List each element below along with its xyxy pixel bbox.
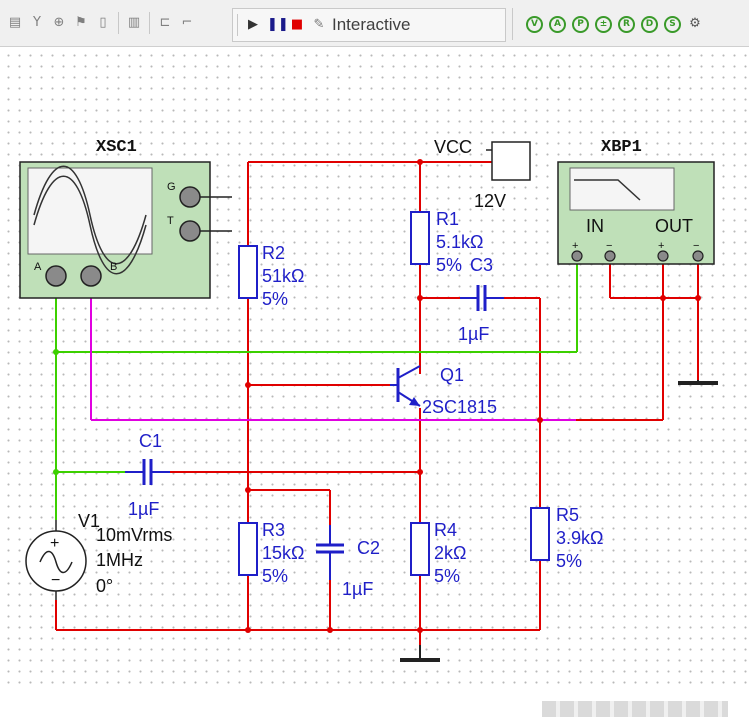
bode-port-in-plus[interactable] [571, 250, 583, 262]
q1-name: Q1 [440, 365, 464, 385]
v1-frequency: 1MHz [96, 550, 143, 570]
bode-port-out-plus[interactable] [657, 250, 669, 262]
bode-in-plus: + [572, 240, 578, 252]
scope-port-g-label: G [167, 181, 176, 193]
bode-in-minus: − [606, 240, 612, 252]
capacitor-c1[interactable]: C1 1µF [125, 431, 170, 519]
port-icon[interactable]: ⊏ [157, 15, 173, 31]
c1-value: 1µF [128, 499, 159, 519]
transistor-q1[interactable]: Q1 2SC1815 [390, 365, 497, 417]
antenna-icon[interactable]: Y [29, 15, 45, 31]
toolbar-separator [118, 12, 119, 34]
r1-value: 5.1kΩ [436, 232, 483, 252]
ground-icon[interactable]: ⊕ [51, 15, 67, 31]
stop-icon[interactable]: ■ [289, 17, 305, 33]
vcc-voltage: 12V [474, 191, 506, 211]
run-icon[interactable]: ▶ [245, 17, 261, 33]
vcc-name: VCC [434, 137, 472, 157]
bus-icon[interactable]: ⚑ [73, 15, 89, 31]
resistor-r5[interactable]: R5 3.9kΩ 5% [530, 505, 603, 571]
capacitor-c3[interactable]: C3 1µF [458, 255, 504, 344]
q1-model: 2SC1815 [422, 397, 497, 417]
bode-name: XBP1 [601, 138, 642, 157]
probe-settings-icon[interactable]: S [664, 15, 681, 33]
v1-minus-sign: − [51, 572, 60, 589]
oscilloscope-xsc1[interactable]: XSC1 A B G T [19, 138, 232, 299]
green-wires [55, 262, 578, 630]
scope-port-a-label: A [34, 261, 42, 273]
gear-icon[interactable]: ⚙ [687, 16, 703, 32]
toolbar-separator [237, 14, 238, 36]
bode-plotter-xbp1[interactable]: XBP1 IN OUT + − + − [557, 138, 715, 265]
capacitor-c2[interactable]: C2 1µF [316, 525, 380, 599]
vcc-supply[interactable]: VCC 12V [434, 137, 531, 211]
ac-source-v1[interactable]: + − V1 10mVrms 1MHz 0° [25, 511, 172, 600]
v1-amplitude: 10mVrms [96, 525, 172, 545]
r2-value: 51kΩ [262, 266, 304, 286]
probe-ref-icon[interactable]: R [618, 15, 635, 33]
v1-phase: 0° [96, 576, 113, 596]
r3-name: R3 [262, 520, 285, 540]
mode-label[interactable]: Interactive [332, 15, 410, 35]
c3-value: 1µF [458, 324, 489, 344]
r5-value: 3.9kΩ [556, 528, 603, 548]
place-toolbar: ▤ Y ⊕ ⚑ ▯ ▥ ⊏ ⌐ [4, 6, 198, 40]
scope-port-b[interactable] [80, 265, 102, 287]
r4-value: 2kΩ [434, 543, 466, 563]
r4-tolerance: 5% [434, 566, 460, 586]
meter-icon[interactable]: ▥ [126, 15, 142, 31]
connector-icon[interactable]: ⌐ [179, 15, 195, 31]
probe-toolbar: V A P ± R D S ⚙ [512, 8, 749, 40]
probe-voltage-icon[interactable]: V [526, 15, 543, 33]
watermark [542, 701, 728, 717]
probe-digital-icon[interactable]: D [641, 15, 658, 33]
v1-plus-sign: + [50, 535, 59, 552]
r4-name: R4 [434, 520, 457, 540]
r3-tolerance: 5% [262, 566, 288, 586]
scope-port-b-label: B [110, 261, 117, 273]
ground-main [400, 645, 440, 662]
probe-power-icon[interactable]: P [572, 15, 589, 33]
wrench-icon[interactable]: ✎ [311, 17, 327, 33]
probe-diff-icon[interactable]: ± [595, 15, 612, 33]
c3-name: C3 [470, 255, 493, 275]
tape-icon[interactable]: ▯ [95, 15, 111, 31]
r5-tolerance: 5% [556, 551, 582, 571]
r1-name: R1 [436, 209, 459, 229]
schematic: XSC1 A B G T VCC 12V XBP1 IN OUT + − + − [19, 137, 718, 662]
pause-icon[interactable]: ❚❚ [267, 17, 289, 33]
bode-port-in-minus[interactable] [604, 250, 616, 262]
r1-tolerance: 5% [436, 255, 462, 275]
toolbar-separator [149, 12, 150, 34]
bode-port-out-minus[interactable] [692, 250, 704, 262]
scope-port-a[interactable] [45, 265, 67, 287]
component-icon[interactable]: ▤ [7, 15, 23, 31]
r5-name: R5 [556, 505, 579, 525]
bode-out-label: OUT [655, 216, 693, 236]
schematic-canvas[interactable]: XSC1 A B G T VCC 12V XBP1 IN OUT + − + − [0, 47, 749, 717]
bode-out-plus: + [658, 240, 664, 252]
r3-value: 15kΩ [262, 543, 304, 563]
r2-name: R2 [262, 243, 285, 263]
scope-port-g[interactable] [179, 186, 201, 208]
c2-value: 1µF [342, 579, 373, 599]
bode-in-label: IN [586, 216, 604, 236]
toolbar: ▤ Y ⊕ ⚑ ▯ ▥ ⊏ ⌐ ▶ ❚❚ ■ ✎ Interactive V A… [0, 0, 749, 47]
oscilloscope-name: XSC1 [96, 138, 137, 157]
scope-port-t-label: T [167, 215, 174, 227]
r2-tolerance: 5% [262, 289, 288, 309]
ground-bode [678, 380, 718, 385]
c2-name: C2 [357, 538, 380, 558]
probe-current-icon[interactable]: A [549, 15, 566, 33]
simulation-toolbar: ▶ ❚❚ ■ ✎ Interactive [232, 8, 506, 42]
c1-name: C1 [139, 431, 162, 451]
scope-port-t[interactable] [179, 220, 201, 242]
bode-out-minus: − [693, 240, 699, 252]
